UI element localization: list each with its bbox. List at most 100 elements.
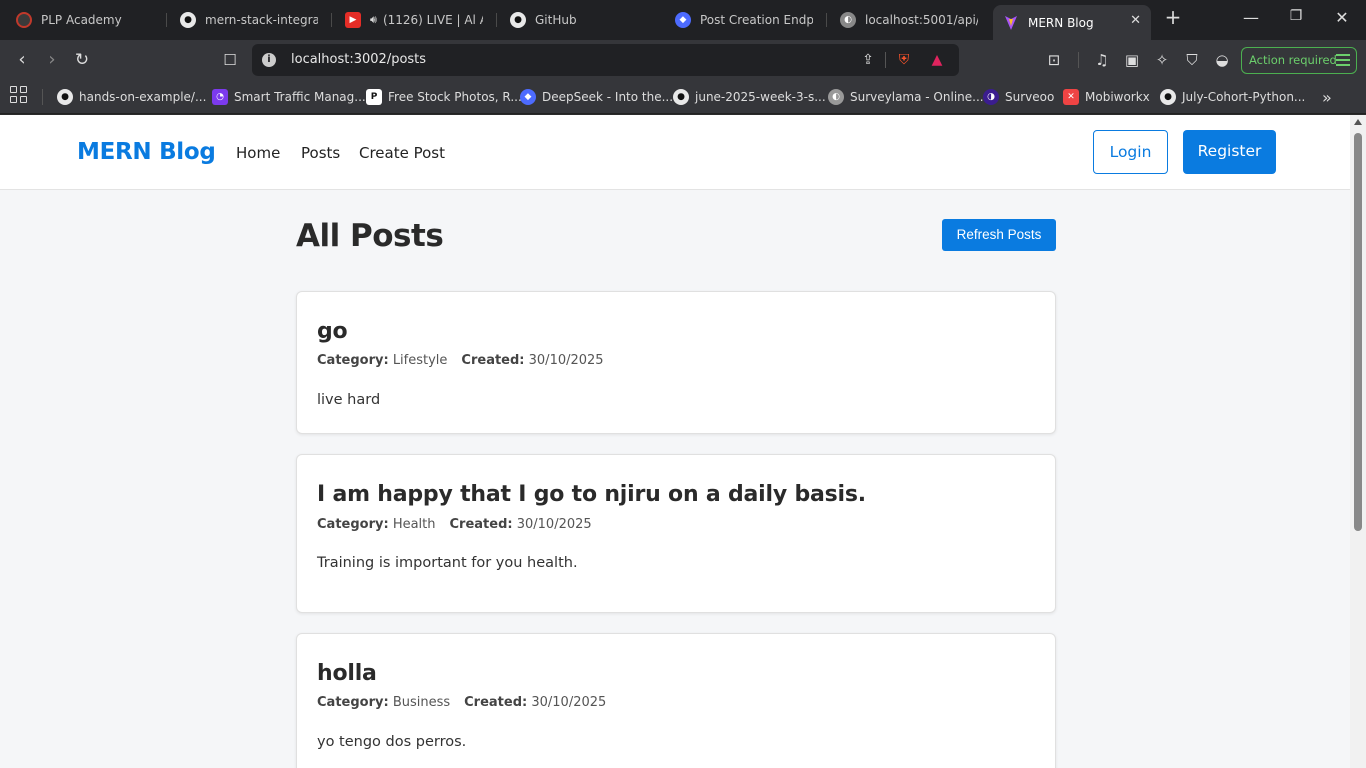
action-required-button[interactable]: Action required <box>1241 47 1357 74</box>
tab-separator <box>826 13 827 27</box>
post-body: yo tengo dos perros. <box>317 734 467 750</box>
globe-icon: ◐ <box>828 89 844 105</box>
globe-icon: ◐ <box>840 12 856 28</box>
forward-icon[interactable]: › <box>40 48 64 72</box>
address-bar[interactable]: i localhost:3002/posts ⇪ ⛨ ▲ <box>252 44 959 76</box>
browser-tab[interactable]: ▶ 🔊︎ (1126) LIVE | Al Ah <box>335 5 493 35</box>
apps-grid-icon[interactable] <box>10 86 30 106</box>
site-navbar: MERN Blog Home Posts Create Post Login R… <box>0 115 1350 190</box>
browser-tab[interactable]: ● mern-stack-integratio <box>170 5 328 35</box>
login-button[interactable]: Login <box>1093 130 1168 174</box>
leo-ai-icon[interactable]: ✧ <box>1152 50 1172 70</box>
browser-tab[interactable]: ◐ localhost:5001/api/ca <box>830 5 988 35</box>
created-label: Created: <box>464 695 528 710</box>
wallet-icon[interactable]: ▣ <box>1122 50 1142 70</box>
page-viewport: MERN Blog Home Posts Create Post Login R… <box>0 115 1350 768</box>
action-required-label: Action required <box>1249 53 1337 67</box>
url-text[interactable]: localhost:3002/posts <box>291 52 426 67</box>
reader-mode-icon[interactable]: ⊡ <box>1044 50 1064 70</box>
post-meta: Category: Business Created: 30/10/2025 <box>317 695 606 710</box>
deepseek-icon: ◆ <box>520 89 536 105</box>
bookmark-item[interactable]: ◔ Smart Traffic Manag... <box>212 87 366 107</box>
media-icon[interactable]: ♫ <box>1092 50 1112 70</box>
post-title[interactable]: go <box>317 319 348 344</box>
nav-link-create-post[interactable]: Create Post <box>359 144 445 162</box>
bookmark-label: Smart Traffic Manag... <box>234 90 366 104</box>
post-body: Training is important for you health. <box>317 555 578 571</box>
post-meta: Category: Health Created: 30/10/2025 <box>317 517 592 532</box>
bookmark-item[interactable]: ◑ Surveoo <box>983 87 1054 107</box>
deepseek-icon: ◆ <box>675 12 691 28</box>
browser-tab[interactable]: ● GitHub <box>500 5 658 35</box>
bookmark-item[interactable]: P Free Stock Photos, R... <box>366 87 522 107</box>
post-meta: Category: Lifestyle Created: 30/10/2025 <box>317 353 604 368</box>
menu-icon <box>1336 54 1350 66</box>
more-bookmarks-icon[interactable]: » <box>1322 87 1332 107</box>
speaker-icon[interactable]: 🔊︎ <box>370 13 377 27</box>
plp-academy-icon <box>16 12 32 28</box>
bookmark-label: Surveylama - Online... <box>850 90 984 104</box>
nav-link-posts[interactable]: Posts <box>301 144 340 162</box>
bookmark-label: DeepSeek - Into the... <box>542 90 674 104</box>
post-title[interactable]: I am happy that I go to njiru on a daily… <box>317 482 866 507</box>
github-icon: ● <box>1160 89 1176 105</box>
close-window-icon[interactable]: ✕ <box>1327 8 1357 27</box>
bookmark-item[interactable]: ● July-Cohort-Python... <box>1160 87 1305 107</box>
restore-icon[interactable]: ❐ <box>1281 8 1311 24</box>
register-button[interactable]: Register <box>1183 130 1276 174</box>
nav-link-home[interactable]: Home <box>236 144 280 162</box>
back-icon[interactable]: ‹ <box>10 48 34 72</box>
post-created: 30/10/2025 <box>516 517 592 532</box>
bookmark-label: hands-on-example/... <box>79 90 207 104</box>
minimize-icon[interactable]: — <box>1236 8 1266 27</box>
github-icon: ● <box>673 89 689 105</box>
scrollbar-thumb[interactable] <box>1354 133 1362 531</box>
refresh-posts-button[interactable]: Refresh Posts <box>942 219 1056 251</box>
bookmarks-divider <box>42 89 43 105</box>
bookmark-label: june-2025-week-3-s... <box>695 90 826 104</box>
post-created: 30/10/2025 <box>531 695 607 710</box>
bookmark-item[interactable]: ✕ Mobiworkx <box>1063 87 1150 107</box>
scroll-up-icon[interactable] <box>1354 119 1362 125</box>
tab-title: localhost:5001/api/ca <box>865 13 978 27</box>
close-tab-icon[interactable]: ✕ <box>1130 13 1141 28</box>
profile-icon[interactable]: ◒ <box>1212 50 1232 70</box>
post-card[interactable]: I am happy that I go to njiru on a daily… <box>296 454 1056 613</box>
browser-tab[interactable]: ◆ Post Creation Endpoir <box>665 5 823 35</box>
post-category: Health <box>392 517 436 532</box>
pexels-icon: P <box>366 89 382 105</box>
share-icon[interactable]: ⇪ <box>859 51 877 69</box>
bookmark-item[interactable]: ◐ Surveylama - Online... <box>828 87 984 107</box>
tab-title: (1126) LIVE | Al Ah <box>382 13 483 27</box>
bookmark-item[interactable]: ● june-2025-week-3-s... <box>673 87 826 107</box>
toolbar-divider <box>1078 52 1079 68</box>
browser-toolbar: ‹ › ↻ ☐ i localhost:3002/posts ⇪ ⛨ ▲ ⊡ ♫… <box>0 40 1366 80</box>
post-card[interactable]: go Category: Lifestyle Created: 30/10/202… <box>296 291 1056 434</box>
new-tab-icon[interactable]: + <box>1158 5 1188 29</box>
bookmarks-bar: ● hands-on-example/... ◔ Smart Traffic Man… <box>0 80 1366 114</box>
github-icon: ● <box>510 12 526 28</box>
post-category: Lifestyle <box>392 353 448 368</box>
site-info-icon[interactable]: i <box>262 53 276 67</box>
bookmark-icon[interactable]: ☐ <box>218 48 242 72</box>
vite-icon <box>1003 15 1019 31</box>
bookmark-item[interactable]: ◆ DeepSeek - Into the... <box>520 87 673 107</box>
page-scrollbar[interactable] <box>1350 115 1366 768</box>
app-icon: ◔ <box>212 89 228 105</box>
reload-icon[interactable]: ↻ <box>70 48 94 72</box>
brave-shields-icon[interactable]: ⛨ <box>895 51 913 69</box>
post-title[interactable]: holla <box>317 661 377 686</box>
bookmark-label: July-Cohort-Python... <box>1182 90 1306 104</box>
category-label: Category: <box>317 695 389 710</box>
category-label: Category: <box>317 353 389 368</box>
brand-logo[interactable]: MERN Blog <box>77 139 216 165</box>
post-card[interactable]: holla Category: Business Created: 30/10/2… <box>296 633 1056 768</box>
browser-tab[interactable]: PLP Academy <box>6 5 164 35</box>
bookmark-item[interactable]: ● hands-on-example/... <box>57 87 206 107</box>
brave-rewards-icon[interactable]: ▲ <box>928 51 946 69</box>
tab-title: mern-stack-integratio <box>205 13 318 27</box>
tab-title: Post Creation Endpoir <box>700 13 813 27</box>
vpn-icon[interactable]: ⛉ <box>1182 50 1202 70</box>
browser-tab-active[interactable]: MERN Blog ✕ <box>993 5 1151 40</box>
bookmark-label: Mobiworkx <box>1085 90 1150 104</box>
